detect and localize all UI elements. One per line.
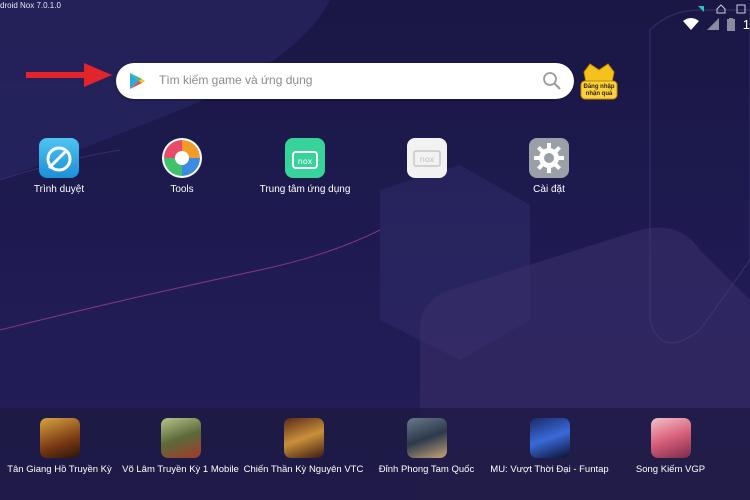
window-titlebar: droid Nox 7.0.1.0 (0, 0, 750, 14)
game-icon (529, 418, 570, 458)
wifi-icon (682, 18, 699, 30)
game-item[interactable]: MU: Vượt Thời Đại - Funtap (487, 418, 612, 475)
app-label: Cài đặt (533, 184, 565, 195)
red-arrow-annotation (26, 63, 112, 87)
app-tools[interactable]: Tools (127, 138, 237, 195)
login-label-line2: nhận quà (585, 91, 613, 97)
app-center[interactable]: nox Trung tâm ứng dụng (250, 138, 360, 195)
minimize-icon[interactable] (736, 1, 746, 14)
game-item[interactable]: Đỉnh Phong Tam Quốc (364, 418, 489, 475)
svg-text:nox: nox (420, 155, 435, 164)
game-item[interactable]: Song Kiếm VGP (608, 418, 733, 475)
game-item[interactable]: Tân Giang Hồ Truyền Kỳ (0, 418, 122, 475)
search-bar[interactable]: Tìm kiếm game và ứng dụng (116, 63, 574, 99)
login-reward-button[interactable]: Đăng nhập nhận quà (578, 60, 620, 102)
game-icon (650, 418, 691, 458)
game-label: MU: Vượt Thời Đại - Funtap (490, 464, 609, 475)
app-nox[interactable]: nox (372, 138, 482, 184)
android-status-bar: 1 (682, 14, 750, 34)
nox-icon: nox (407, 138, 447, 178)
game-label: Chiến Thần Kỳ Nguyên VTC (243, 464, 364, 475)
app-settings[interactable]: Cài đặt (494, 138, 604, 195)
app-browser[interactable]: Trình duyệt (4, 138, 114, 195)
tools-icon (162, 138, 202, 178)
game-item[interactable]: Chiến Thần Kỳ Nguyên VTC (241, 418, 366, 475)
login-label-line1: Đăng nhập (583, 84, 615, 90)
game-icon (39, 418, 80, 458)
window-controls (696, 1, 746, 14)
game-icon (160, 418, 201, 458)
game-item[interactable]: Võ Lâm Truyền Kỳ 1 Mobile (118, 418, 243, 475)
browser-icon (39, 138, 79, 178)
app-center-icon: nox (285, 138, 325, 178)
search-input[interactable]: Tìm kiếm game và ứng dụng (159, 73, 312, 87)
app-label: Tools (170, 184, 194, 195)
game-label: Võ Lâm Truyền Kỳ 1 Mobile (122, 464, 239, 475)
search-icon[interactable] (542, 71, 562, 91)
battery-icon (726, 17, 735, 31)
app-label: Trung tâm ứng dụng (259, 184, 351, 195)
play-store-icon (130, 73, 145, 89)
pin-icon[interactable] (696, 1, 706, 12)
home-icon[interactable] (716, 1, 726, 14)
signal-icon (706, 18, 719, 30)
app-label: Trình duyệt (33, 184, 85, 195)
game-label: Song Kiếm VGP (635, 464, 706, 475)
game-icon (406, 418, 447, 458)
clock: 1 (742, 16, 750, 32)
game-icon (283, 418, 324, 458)
window-title: droid Nox 7.0.1.0 (0, 1, 61, 10)
game-label: Đỉnh Phong Tam Quốc (378, 464, 475, 475)
svg-text:nox: nox (298, 157, 313, 166)
game-label: Tân Giang Hồ Truyền Kỳ (7, 464, 112, 475)
settings-icon (529, 138, 569, 178)
